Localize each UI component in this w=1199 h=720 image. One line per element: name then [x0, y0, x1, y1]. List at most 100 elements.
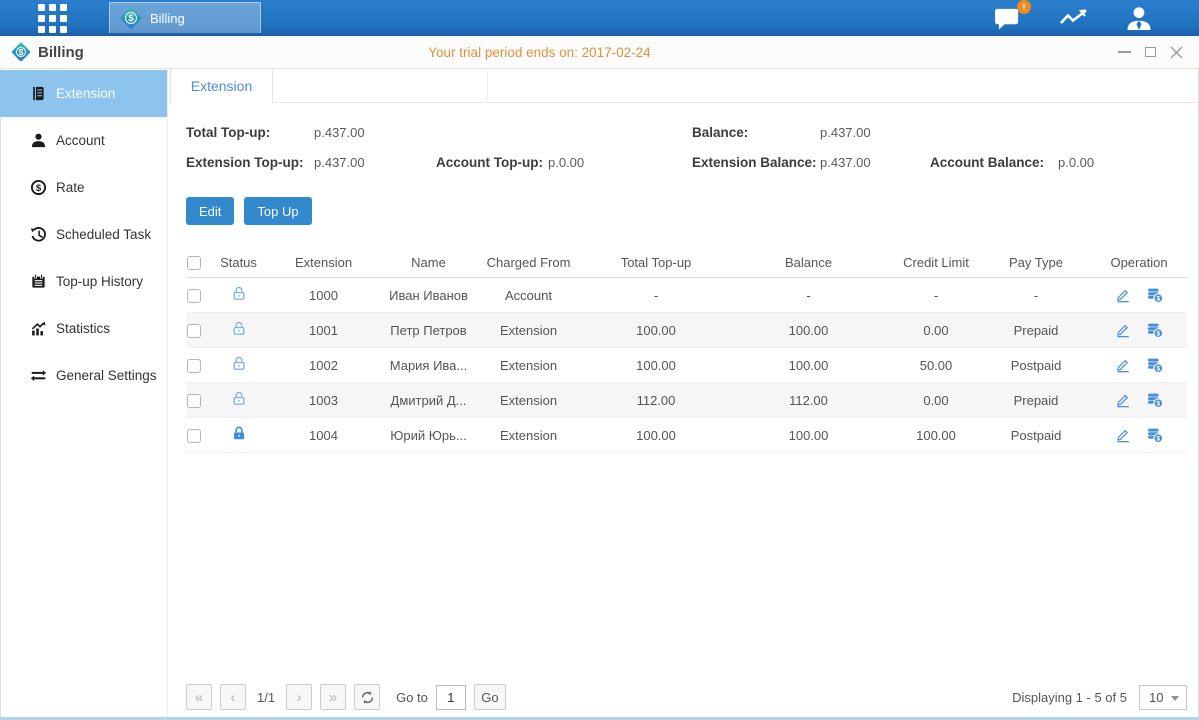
svg-text:$: $: [1157, 401, 1161, 408]
summary-label: Total Top-up:: [186, 125, 314, 140]
name-cell: Иван Иванов: [386, 288, 471, 303]
dollar-coin-icon: $: [30, 179, 47, 196]
sidebar-item-statistics[interactable]: Statistics: [0, 305, 167, 352]
pay-type-cell: Prepaid: [981, 393, 1091, 408]
messages-icon[interactable]: !: [994, 6, 1023, 31]
svg-text:$: $: [1157, 331, 1161, 338]
sidebar-item-label: Extension: [56, 86, 115, 101]
summary-value: p.0.00: [548, 155, 692, 170]
refresh-button[interactable]: [354, 684, 380, 710]
balance-cell: 100.00: [726, 323, 891, 338]
credit-limit-cell: 100.00: [891, 428, 981, 443]
balance-summary: Total Top-up: p.437.00 Balance: p.437.00…: [186, 117, 1199, 177]
sidebar-item-extension[interactable]: Extension: [0, 70, 167, 117]
ledger-icon: [30, 85, 47, 102]
top-up-row-icon[interactable]: $: [1147, 357, 1163, 373]
prev-page-button[interactable]: ‹: [220, 684, 246, 710]
tab-strip: Extension: [168, 69, 1199, 103]
charged-from-cell: Extension: [471, 358, 586, 373]
monitor-icon[interactable]: [1059, 6, 1089, 30]
name-cell: Юрий Юрь...: [386, 428, 471, 443]
action-buttons: Edit Top Up: [186, 197, 1199, 225]
row-checkbox[interactable]: [187, 429, 201, 443]
sidebar-item-topup-history[interactable]: Top-up History: [0, 258, 167, 305]
table-row: 1003 Дмитрий Д... Extension 112.00 112.0…: [186, 383, 1187, 418]
edit-row-icon[interactable]: [1115, 427, 1131, 443]
edit-button[interactable]: Edit: [186, 197, 234, 225]
summary-value: p.0.00: [1058, 155, 1199, 170]
taskbar-tab-billing[interactable]: $ Billing: [109, 2, 261, 33]
name-cell: Мария Ива...: [386, 358, 471, 373]
name-cell: Петр Петров: [386, 323, 471, 338]
credit-limit-cell: -: [891, 288, 981, 303]
sidebar-item-rate[interactable]: $ Rate: [0, 164, 167, 211]
next-page-button[interactable]: ›: [286, 684, 312, 710]
top-up-row-icon[interactable]: $: [1147, 427, 1163, 443]
sidebar-item-label: Scheduled Task: [56, 227, 151, 242]
svg-text:$: $: [1157, 296, 1161, 303]
trial-notice: Your trial period ends on: 2017-02-24: [0, 45, 1079, 60]
edit-row-icon[interactable]: [1115, 357, 1131, 373]
column-header-credit-limit: Credit Limit: [891, 255, 981, 270]
svg-text:$: $: [1157, 436, 1161, 443]
edit-row-icon[interactable]: [1115, 322, 1131, 338]
balance-cell: 100.00: [726, 358, 891, 373]
go-button[interactable]: Go: [474, 684, 506, 710]
page-size-select[interactable]: 10: [1139, 685, 1187, 710]
apps-grid-icon[interactable]: [38, 4, 67, 33]
summary-label: Account Balance:: [930, 155, 1058, 170]
row-checkbox[interactable]: [187, 359, 201, 373]
user-icon[interactable]: [1125, 5, 1153, 31]
column-header-balance: Balance: [726, 255, 891, 270]
unlocked-status-icon: [231, 290, 247, 305]
unlocked-status-icon: [231, 395, 247, 410]
first-page-button[interactable]: «: [186, 684, 212, 710]
sidebar-item-account[interactable]: Account: [0, 117, 167, 164]
unlocked-status-icon: [231, 325, 247, 340]
edit-row-icon[interactable]: [1115, 392, 1131, 408]
summary-label: Balance:: [692, 125, 820, 140]
table-header: Status Extension Name Charged From Total…: [186, 247, 1187, 278]
sidebar-item-label: Top-up History: [56, 274, 143, 289]
goto-page-input[interactable]: [436, 685, 466, 710]
column-header-total-top-up: Total Top-up: [586, 255, 726, 270]
row-checkbox[interactable]: [187, 324, 201, 338]
summary-value: p.437.00: [314, 155, 436, 170]
unlocked-status-icon: [231, 360, 247, 375]
name-cell: Дмитрий Д...: [386, 393, 471, 408]
top-up-button[interactable]: Top Up: [244, 197, 311, 225]
taskbar: $ Billing !: [0, 0, 1199, 36]
sidebar: Extension Account $ Rate: [0, 69, 168, 717]
minimize-button[interactable]: [1117, 45, 1131, 59]
balance-cell: 112.00: [726, 393, 891, 408]
tab-extension[interactable]: Extension: [170, 69, 273, 104]
top-up-row-icon[interactable]: $: [1147, 287, 1163, 303]
row-checkbox[interactable]: [187, 289, 201, 303]
charged-from-cell: Extension: [471, 428, 586, 443]
top-up-row-icon[interactable]: $: [1147, 322, 1163, 338]
summary-value: p.437.00: [820, 155, 930, 170]
top-up-row-icon[interactable]: $: [1147, 392, 1163, 408]
select-all-checkbox[interactable]: [187, 256, 201, 270]
extension-cell: 1004: [261, 428, 386, 443]
balance-cell: -: [726, 288, 891, 303]
close-button[interactable]: [1169, 45, 1183, 59]
table-row: 1004 Юрий Юрь... Extension 100.00 100.00…: [186, 418, 1187, 453]
sidebar-item-scheduled-task[interactable]: Scheduled Task: [0, 211, 167, 258]
total-top-up-cell: -: [586, 288, 726, 303]
table-row: 1001 Петр Петров Extension 100.00 100.00…: [186, 313, 1187, 348]
window-titlebar: $ Billing Your trial period ends on: 201…: [0, 36, 1199, 69]
sidebar-item-general-settings[interactable]: General Settings: [0, 352, 167, 399]
summary-value: p.437.00: [820, 125, 930, 140]
person-icon: [30, 132, 47, 149]
table-row: 1000 Иван Иванов Account - - - -: [186, 278, 1187, 313]
table-body: 1000 Иван Иванов Account - - - -: [186, 278, 1187, 453]
svg-text:$: $: [1157, 366, 1161, 373]
row-checkbox[interactable]: [187, 394, 201, 408]
balance-cell: 100.00: [726, 428, 891, 443]
last-page-button[interactable]: »: [320, 684, 346, 710]
column-header-pay-type: Pay Type: [981, 255, 1091, 270]
sidebar-item-label: Rate: [56, 180, 85, 195]
edit-row-icon[interactable]: [1115, 287, 1131, 303]
maximize-button[interactable]: [1143, 45, 1157, 59]
